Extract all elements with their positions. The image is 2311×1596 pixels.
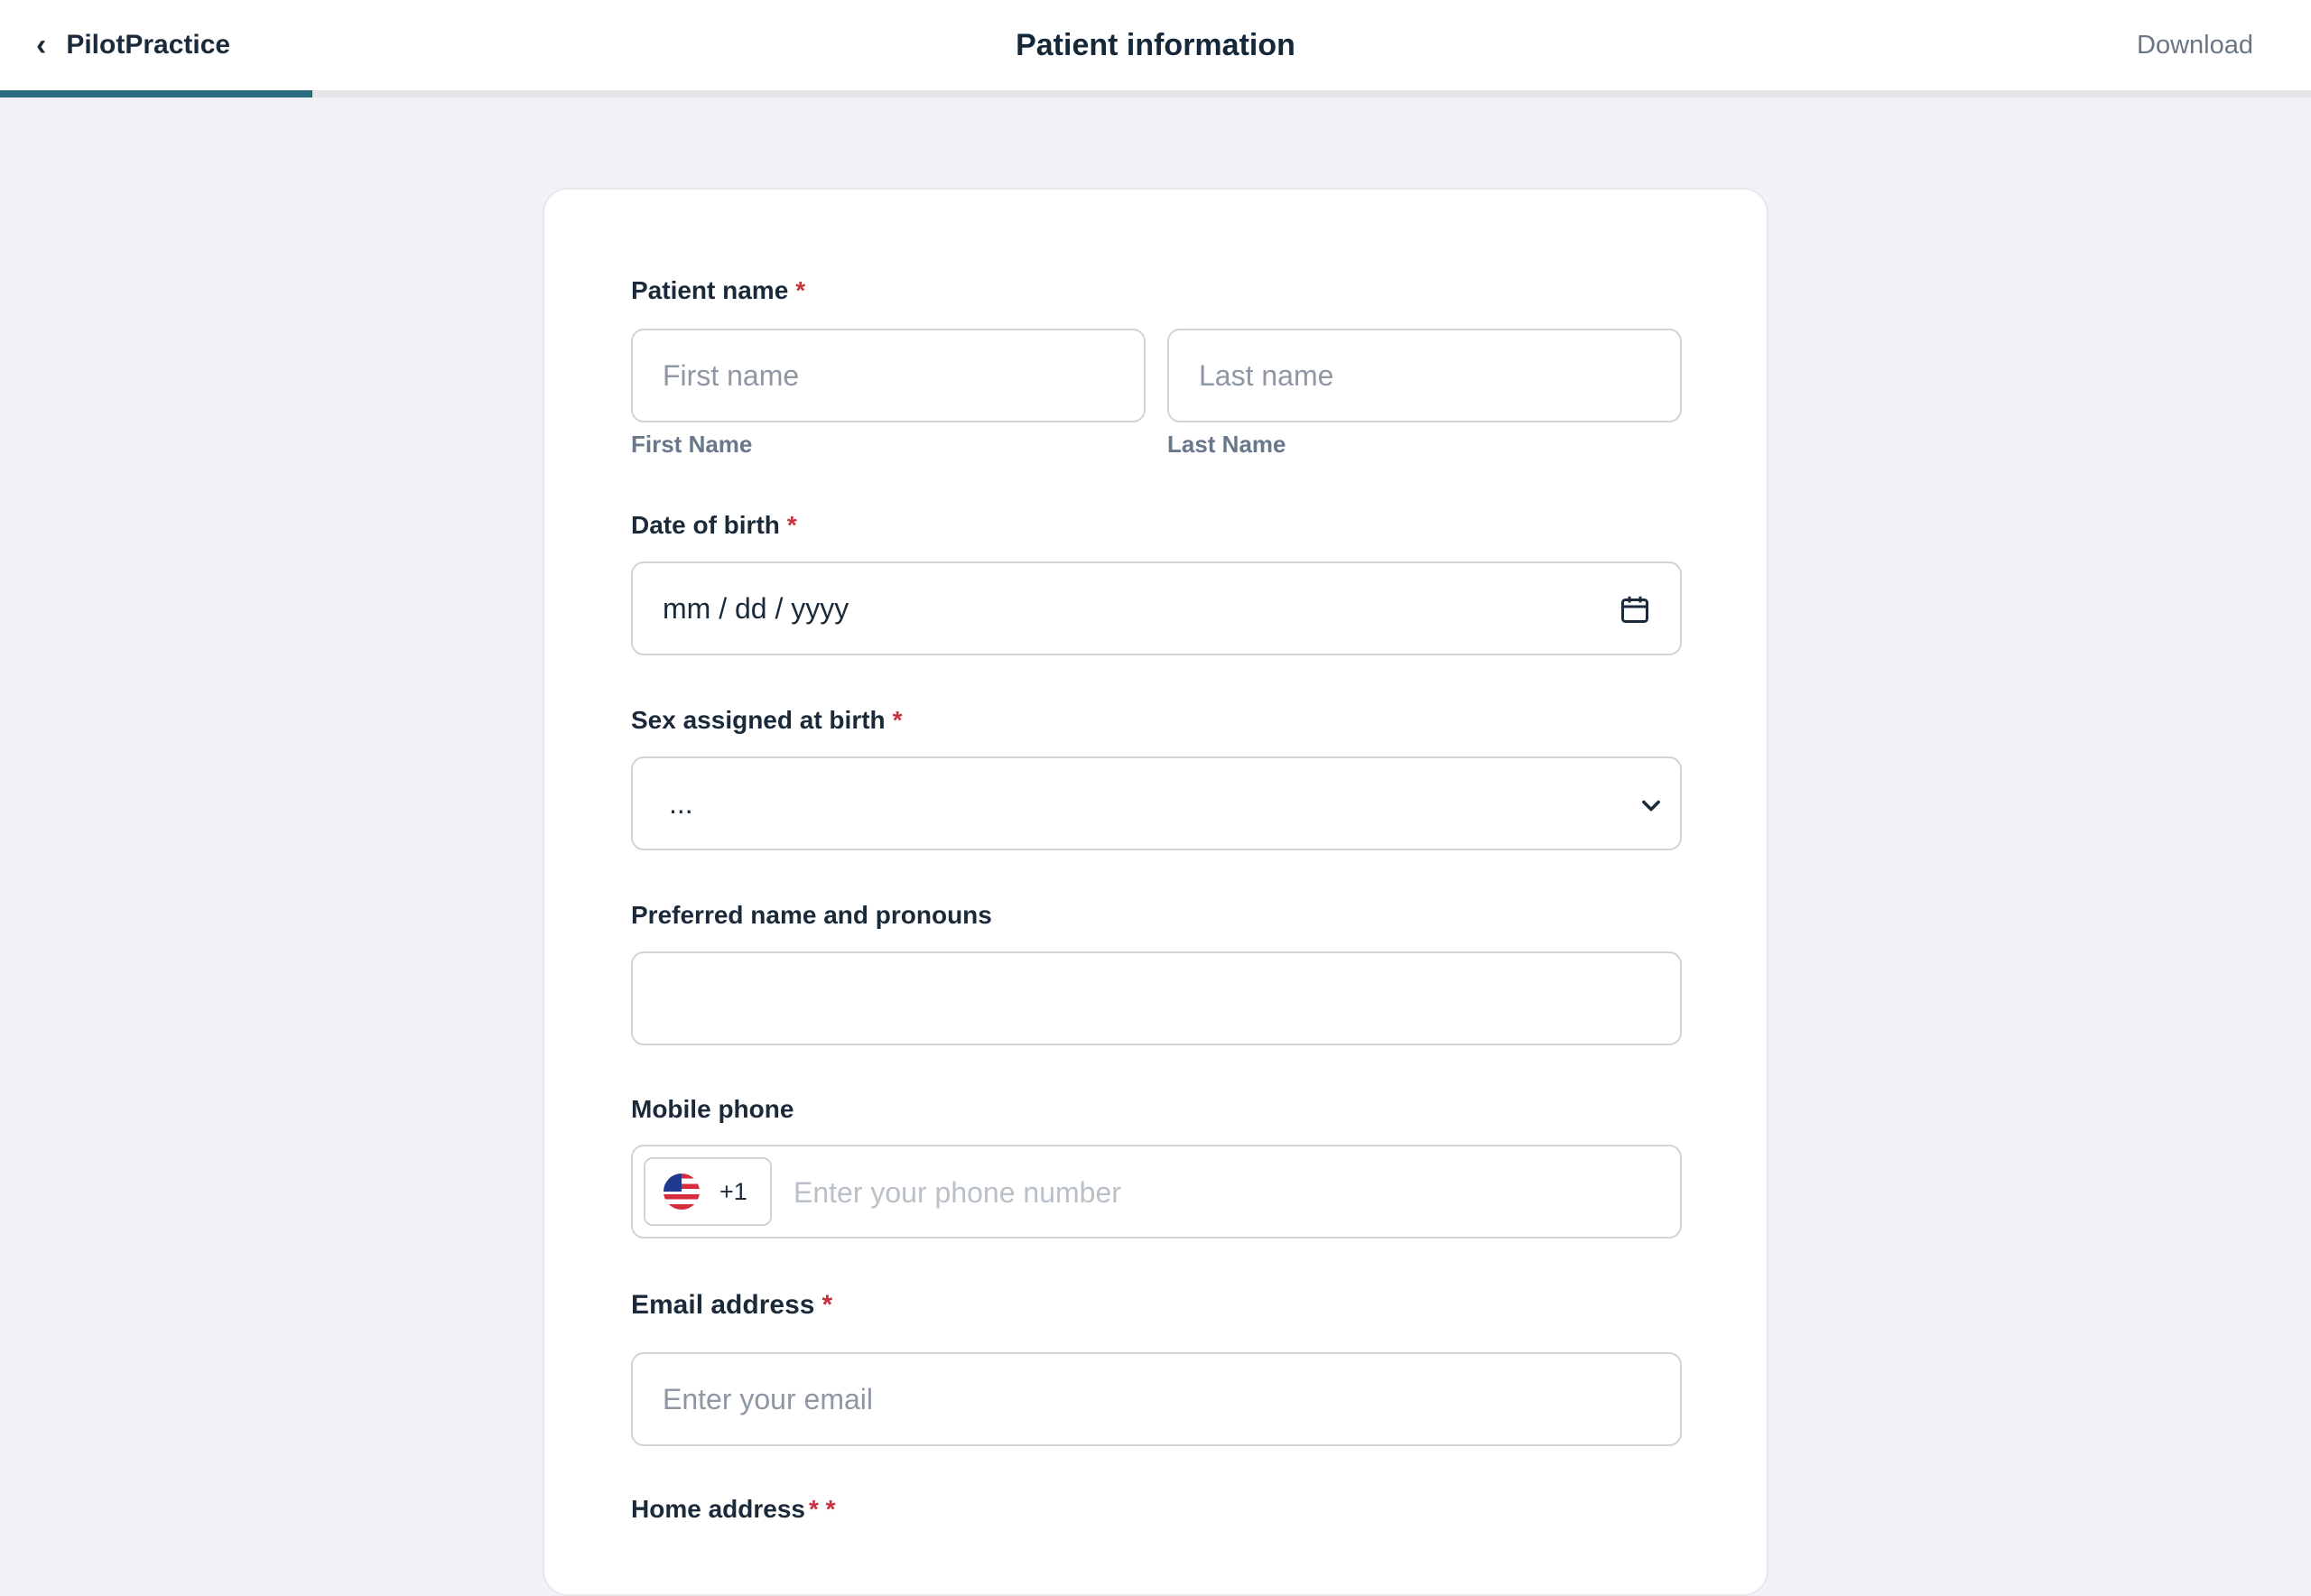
first-name-sublabel: First Name <box>631 431 753 458</box>
email-label: Email address * <box>631 1287 832 1323</box>
last-name-sublabel: Last Name <box>1167 431 1286 458</box>
required-mark: * <box>892 706 903 734</box>
email-label-text: Email address <box>631 1290 815 1320</box>
patient-name-label: Patient name * <box>631 273 805 309</box>
top-bar: ‹ PilotPractice Patient information Down… <box>0 0 2311 90</box>
patient-name-label-text: Patient name <box>631 276 789 304</box>
us-flag-icon <box>664 1174 700 1210</box>
sex-select[interactable]: ... <box>631 756 1682 850</box>
dob-placeholder: mm / dd / yyyy <box>663 591 849 625</box>
mobile-phone-input[interactable]: +1 Enter your phone number <box>631 1145 1682 1239</box>
country-code: +1 <box>719 1177 747 1205</box>
email-input[interactable]: Enter your email <box>631 1352 1682 1446</box>
first-name-placeholder: First name <box>663 358 800 392</box>
sex-selected-value: ... <box>669 786 693 820</box>
last-name-placeholder: Last name <box>1199 358 1334 392</box>
required-mark: * <box>795 276 806 304</box>
first-name-input[interactable]: First name <box>631 329 1146 422</box>
sex-label: Sex assigned at birth * <box>631 702 903 738</box>
preferred-name-label: Preferred name and pronouns <box>631 901 992 929</box>
chevron-left-icon: ‹ <box>36 28 47 62</box>
practice-name: PilotPractice <box>66 30 231 60</box>
country-code-selector[interactable]: +1 <box>644 1157 772 1226</box>
form-card: Patient name * First name Last name First… <box>543 188 1768 1596</box>
progress-fill <box>0 90 312 97</box>
required-mark: * * <box>808 1495 836 1523</box>
last-name-input[interactable]: Last name <box>1167 329 1682 422</box>
mobile-phone-label: Mobile phone <box>631 1095 794 1123</box>
home-address-label-text: Home address <box>631 1495 805 1523</box>
page-title: Patient information <box>1016 28 1295 62</box>
dob-input[interactable]: mm / dd / yyyy <box>631 561 1682 655</box>
required-mark: * <box>786 511 797 539</box>
home-address-label: Home address * * <box>631 1491 836 1527</box>
phone-placeholder: Enter your phone number <box>794 1176 1121 1209</box>
email-placeholder: Enter your email <box>663 1382 873 1415</box>
chevron-down-icon <box>1642 800 1660 812</box>
sex-label-text: Sex assigned at birth <box>631 706 886 734</box>
progress-bar <box>0 90 2311 97</box>
dob-label: Date of birth * <box>631 507 797 543</box>
preferred-name-input[interactable] <box>631 951 1682 1045</box>
back-button[interactable]: ‹ PilotPractice <box>36 25 230 65</box>
calendar-icon[interactable] <box>1619 593 1651 626</box>
dob-label-text: Date of birth <box>631 511 780 539</box>
download-button[interactable]: Download <box>2137 25 2253 65</box>
required-mark: * <box>821 1290 833 1320</box>
